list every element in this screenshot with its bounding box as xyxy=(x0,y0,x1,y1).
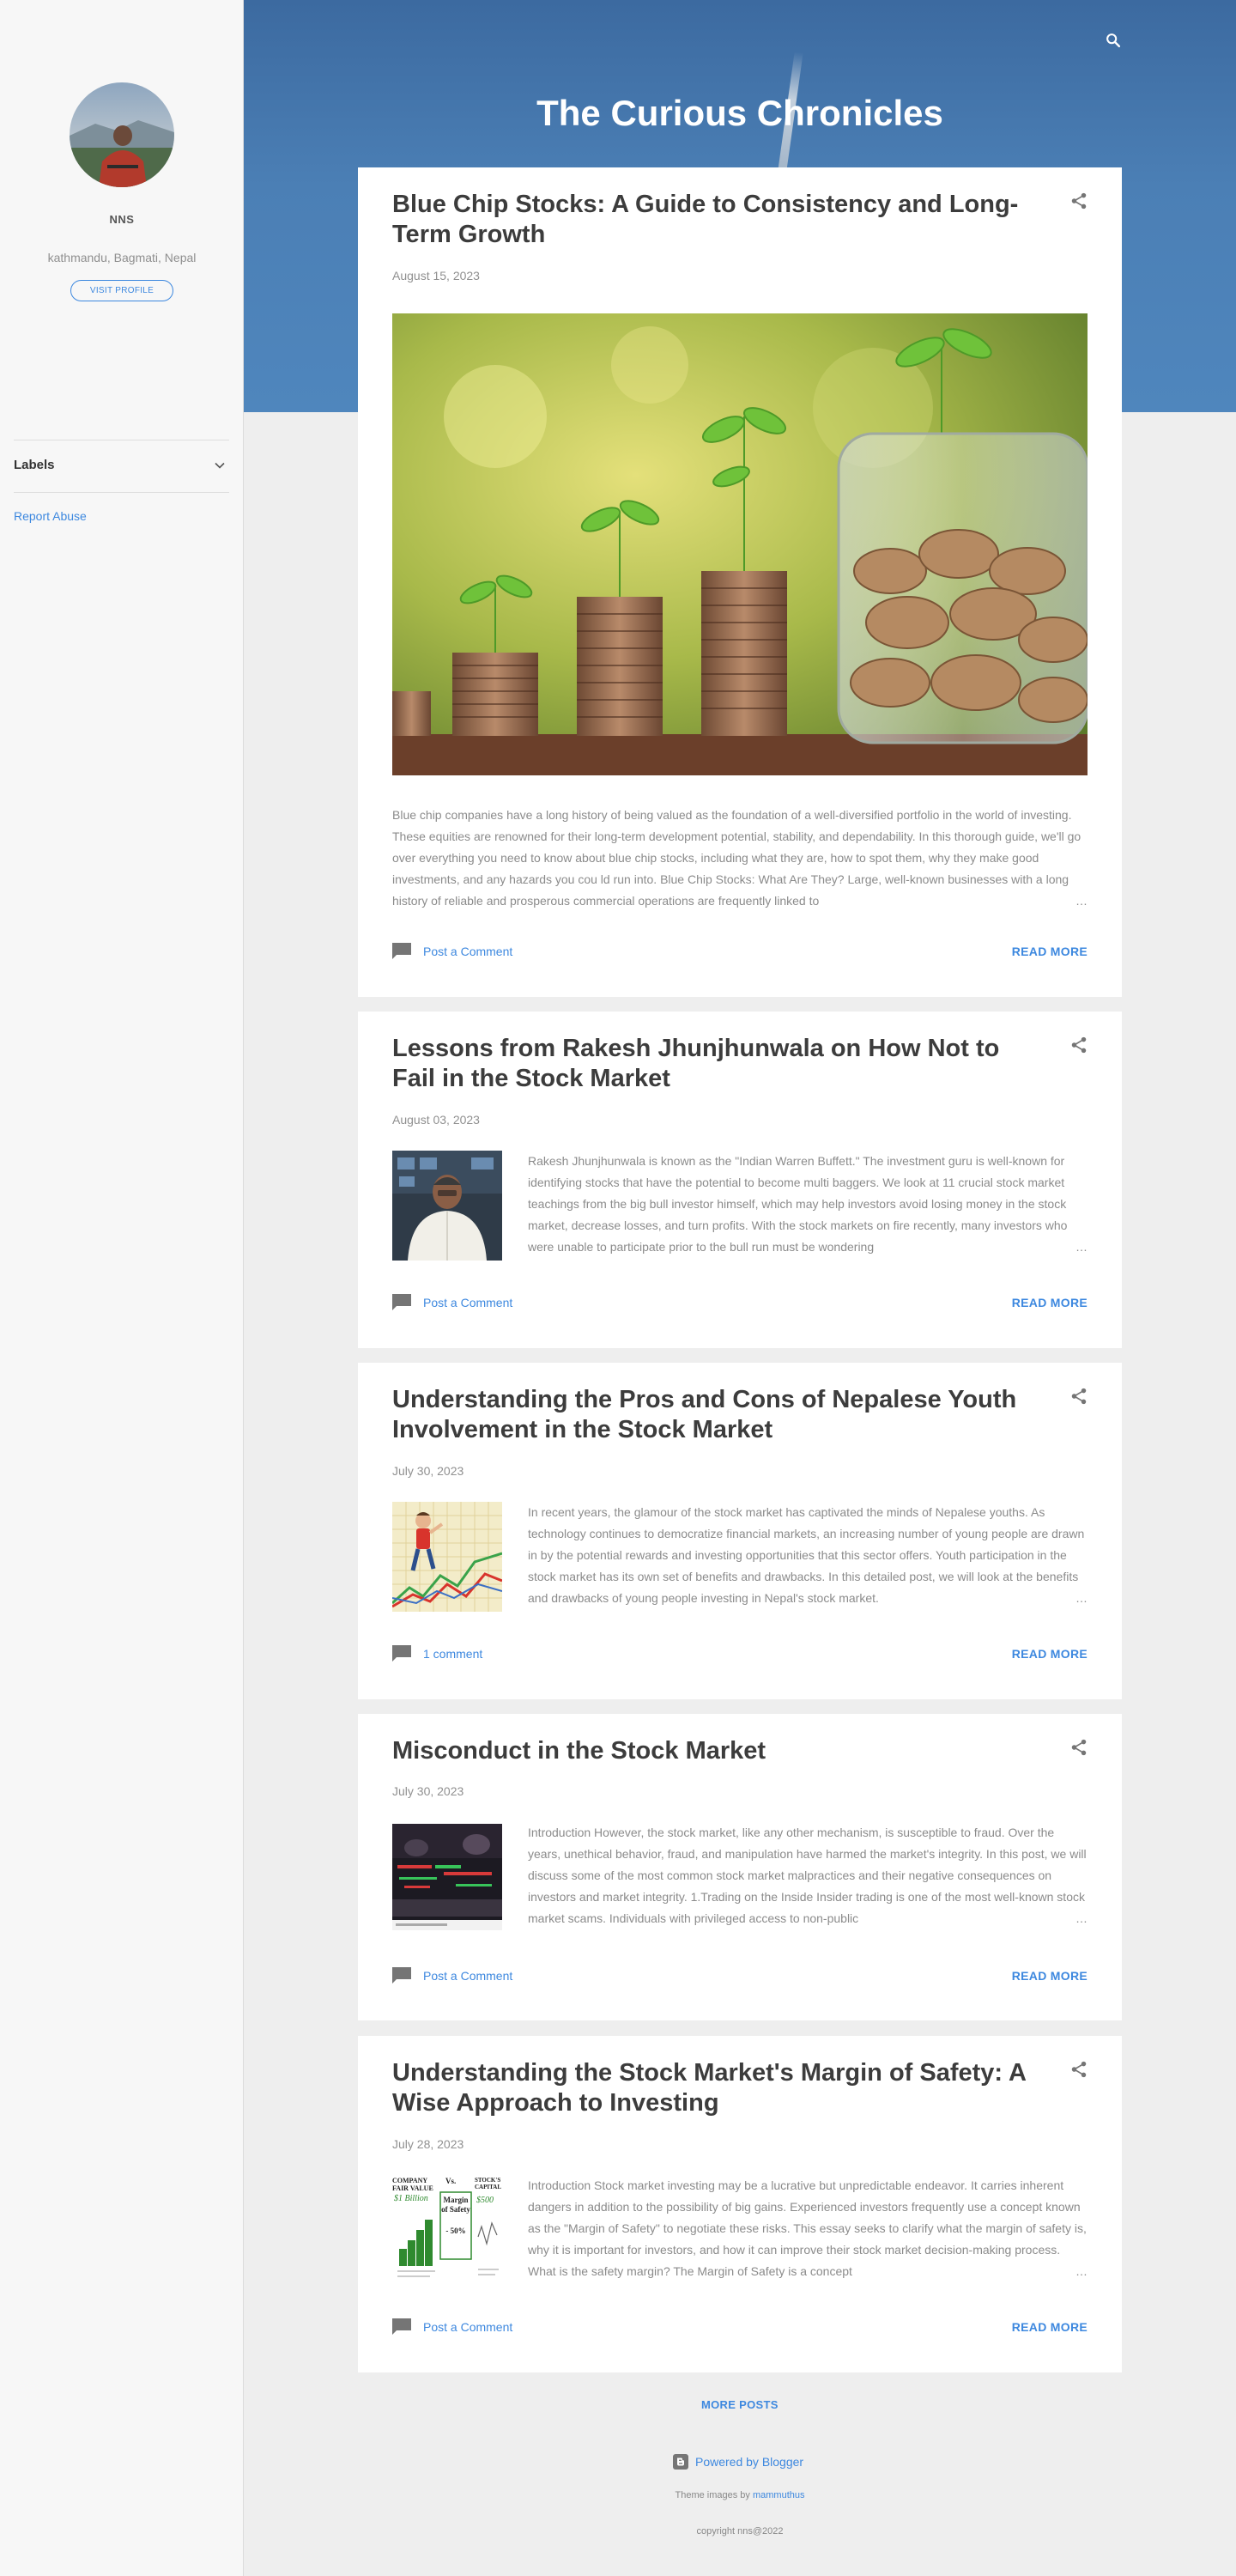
thumb-label-vs: Vs. xyxy=(445,2177,457,2185)
post-thumbnail[interactable]: COMPANY FAIR VALUE $1 Billion Vs. Margin… xyxy=(392,2175,502,2285)
post-featured-image[interactable] xyxy=(392,313,1088,775)
blog-title[interactable]: The Curious Chronicles xyxy=(244,93,1236,134)
theme-images-author-link[interactable]: mammuthus xyxy=(753,2490,805,2500)
snippet-ellipsis: … xyxy=(985,1908,1088,1929)
theme-images-credit: Theme images by mammuthus xyxy=(0,2490,1236,2500)
report-abuse-link[interactable]: Report Abuse xyxy=(14,509,87,523)
post-date: August 15, 2023 xyxy=(392,269,480,283)
post-card: Lessons from Rakesh Jhunjhunwala on How … xyxy=(358,1012,1122,1348)
post-comment-link[interactable]: Post a Comment xyxy=(392,2318,512,2336)
blogger-icon xyxy=(673,2454,688,2470)
post-title[interactable]: Blue Chip Stocks: A Guide to Consistency… xyxy=(392,190,1027,250)
post-card: Misconduct in the Stock Market July 30, … xyxy=(358,1714,1122,2020)
post-snippet-text: Blue chip companies have a long history … xyxy=(392,808,1082,908)
share-icon[interactable] xyxy=(1069,1036,1088,1054)
comment-icon xyxy=(392,1967,411,1984)
comment-icon xyxy=(392,1294,411,1310)
thumb-label-cap-amount: $500 xyxy=(476,2196,494,2205)
post-snippet: In recent years, the glamour of the stoc… xyxy=(528,1502,1088,1609)
copyright-text: copyright nns@2022 xyxy=(696,2526,784,2537)
post-date: July 30, 2023 xyxy=(392,1464,464,1478)
post-snippet: Blue chip companies have a long history … xyxy=(392,805,1088,912)
read-more-link[interactable]: READ MORE xyxy=(1012,1647,1088,1661)
post-comment-label: Post a Comment xyxy=(423,1969,513,1983)
post-comment-link[interactable]: Post a Comment xyxy=(392,942,512,961)
post-comment-link[interactable]: Post a Comment xyxy=(392,1966,512,1985)
powered-by-label: Powered by Blogger xyxy=(695,2455,804,2469)
sidebar: NNS kathmandu, Bagmati, Nepal VISIT PROF… xyxy=(0,0,244,2576)
thumb-label-fair-amount: $1 Billion xyxy=(394,2194,428,2203)
post-title[interactable]: Understanding the Stock Market's Margin … xyxy=(392,2058,1027,2118)
visit-profile-button[interactable]: VISIT PROFILE xyxy=(70,280,173,301)
snippet-ellipsis: … xyxy=(985,890,1088,912)
post-card: Understanding the Pros and Cons of Nepal… xyxy=(358,1363,1122,1699)
profile-location: kathmandu, Bagmati, Nepal xyxy=(47,251,197,264)
post-snippet: Introduction However, the stock market, … xyxy=(528,1822,1088,1929)
thumb-label-margin-pct: - 50% xyxy=(445,2227,466,2235)
snippet-ellipsis: … xyxy=(985,1236,1088,1258)
post-thumbnail[interactable] xyxy=(392,1502,502,1612)
post-date: July 30, 2023 xyxy=(392,1784,464,1798)
post-comment-link[interactable]: 1 comment xyxy=(392,1644,482,1663)
thumb-label-margin: Margin of Safety xyxy=(441,2196,470,2214)
post-title[interactable]: Misconduct in the Stock Market xyxy=(392,1736,1027,1766)
more-posts-link[interactable]: MORE POSTS xyxy=(701,2398,779,2411)
post-card: Understanding the Stock Market's Margin … xyxy=(358,2036,1122,2372)
comment-icon xyxy=(392,2318,411,2335)
post-date: July 28, 2023 xyxy=(392,2137,464,2151)
labels-heading: Labels xyxy=(14,458,55,472)
snippet-ellipsis: … xyxy=(985,2261,1088,2282)
post-date: August 03, 2023 xyxy=(392,1113,480,1127)
post-snippet: Rakesh Jhunjhunwala is known as the "Ind… xyxy=(528,1151,1088,1258)
post-title[interactable]: Understanding the Pros and Cons of Nepal… xyxy=(392,1385,1027,1445)
post-title[interactable]: Lessons from Rakesh Jhunjhunwala on How … xyxy=(392,1034,1027,1094)
share-icon[interactable] xyxy=(1069,2060,1088,2079)
search-icon[interactable] xyxy=(1104,31,1123,50)
chevron-down-icon xyxy=(215,462,225,469)
avatar[interactable] xyxy=(70,82,174,187)
post-snippet: Introduction Stock market investing may … xyxy=(528,2175,1088,2282)
snippet-ellipsis: … xyxy=(985,1588,1088,1609)
thumb-label-stock-cap: STOCK'S CAPITAL xyxy=(475,2177,501,2190)
post-comment-link[interactable]: Post a Comment xyxy=(392,1293,512,1312)
post-thumbnail[interactable] xyxy=(392,1824,502,1930)
post-comment-label: Post a Comment xyxy=(423,1296,513,1309)
share-icon[interactable] xyxy=(1069,191,1088,210)
comment-icon xyxy=(392,1645,411,1662)
labels-dropdown[interactable]: Labels xyxy=(14,440,229,493)
theme-images-prefix: Theme images by xyxy=(675,2490,750,2500)
read-more-link[interactable]: READ MORE xyxy=(1012,945,1088,958)
powered-by-blogger-link[interactable]: Powered by Blogger xyxy=(673,2454,803,2470)
post-comment-label: 1 comment xyxy=(423,1647,483,1661)
post-comment-label: Post a Comment xyxy=(423,2320,513,2334)
share-icon[interactable] xyxy=(1069,1738,1088,1757)
read-more-link[interactable]: READ MORE xyxy=(1012,1296,1088,1309)
post-thumbnail[interactable] xyxy=(392,1151,502,1261)
comment-icon xyxy=(392,943,411,959)
profile-widget: NNS kathmandu, Bagmati, Nepal VISIT PROF… xyxy=(0,0,243,412)
post-card: Blue Chip Stocks: A Guide to Consistency… xyxy=(358,167,1122,997)
share-icon[interactable] xyxy=(1069,1387,1088,1406)
post-comment-label: Post a Comment xyxy=(423,945,513,958)
read-more-link[interactable]: READ MORE xyxy=(1012,2320,1088,2334)
thumb-label-fair-value: COMPANY FAIR VALUE xyxy=(392,2177,433,2192)
profile-name[interactable]: NNS xyxy=(0,213,244,226)
read-more-link[interactable]: READ MORE xyxy=(1012,1969,1088,1983)
